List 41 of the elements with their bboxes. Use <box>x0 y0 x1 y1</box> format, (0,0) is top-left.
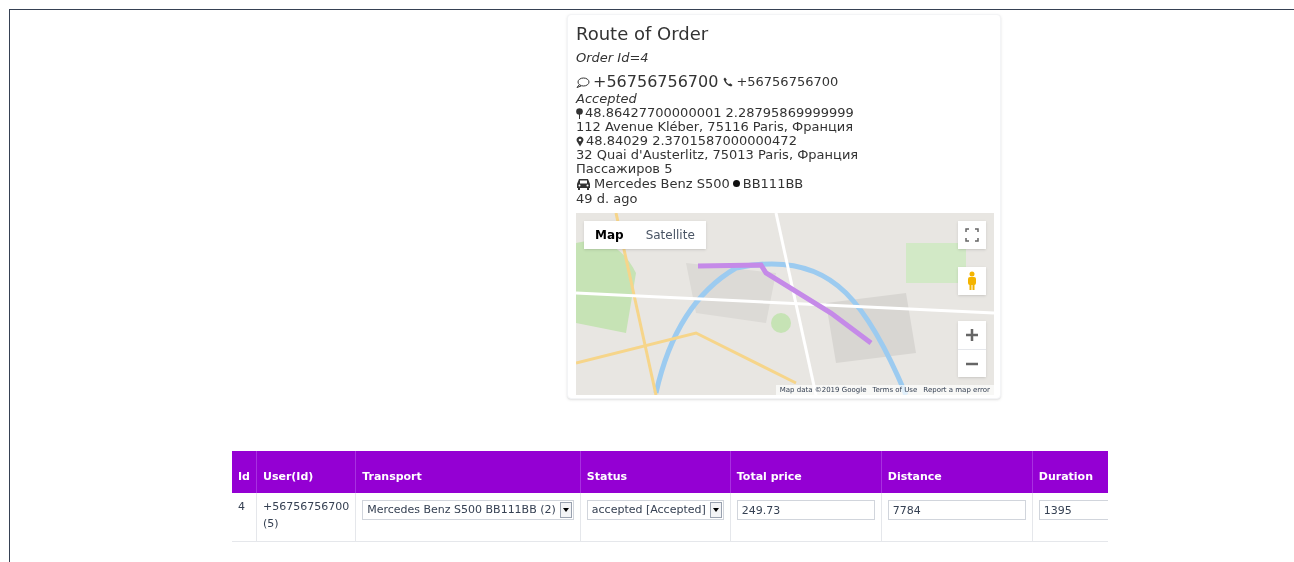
passenger-count: Пассажиров 5 <box>576 162 674 176</box>
column-header: Duration <box>1032 451 1108 493</box>
input-field[interactable]: 1395 <box>1038 500 1108 520</box>
call-phone: +56756756700 <box>736 73 839 91</box>
column-header: User(Id) <box>256 451 356 493</box>
user-id: (5) <box>262 515 280 532</box>
minus-icon <box>965 361 979 366</box>
plus-icon <box>965 328 979 342</box>
input-field[interactable]: 7784 <box>887 500 1026 520</box>
pickup-address: 112 Avenue Kléber, 75116 Paris, Франция <box>576 120 855 134</box>
column-header: Id <box>232 451 257 493</box>
user-phone: +56756756700 <box>262 499 350 515</box>
column-header: Transport <box>355 451 581 493</box>
input-field[interactable]: 249.73 <box>736 500 875 520</box>
card-title: Route of Order <box>576 23 710 45</box>
phone-icon <box>723 77 734 87</box>
fullscreen-button[interactable] <box>958 221 986 249</box>
column-header: Status <box>580 451 731 493</box>
person-icon <box>967 271 977 291</box>
location-marker-icon <box>576 135 584 147</box>
table-cell: 4 <box>232 493 257 541</box>
fullscreen-icon <box>965 228 979 242</box>
chat-bubble-icon <box>576 76 590 88</box>
car-model: Mercedes Benz S500 <box>594 176 730 191</box>
dropoff-coordinates: 48.84029 2.3701587000000472 <box>586 134 797 148</box>
column-header: Total price <box>730 451 882 493</box>
pickup-coordinates: 48.86427700000001 2.28795869999999 <box>585 106 854 120</box>
transport-select[interactable]: Mercedes Benz S500 BB111BB (2) <box>362 500 574 520</box>
status-select[interactable]: accepted [Accepted] <box>586 500 724 520</box>
dropoff-address: 32 Quai d'Austerlitz, 75013 Paris, Франция <box>576 148 860 162</box>
order-id: Order Id=4 <box>576 50 650 66</box>
map-pin-icon <box>576 107 583 119</box>
dot-icon <box>732 180 740 187</box>
order-status: Accepted <box>576 92 638 106</box>
sms-phone: +56756756700 <box>593 72 719 92</box>
column-header: Distance <box>881 451 1033 493</box>
license-plate: BB111BB <box>742 176 804 191</box>
car-icon <box>576 177 591 190</box>
map-type-tab[interactable]: Satellite <box>634 221 706 249</box>
map-type-tab[interactable]: Map <box>584 221 635 249</box>
order-age: 49 d. ago <box>576 191 639 206</box>
